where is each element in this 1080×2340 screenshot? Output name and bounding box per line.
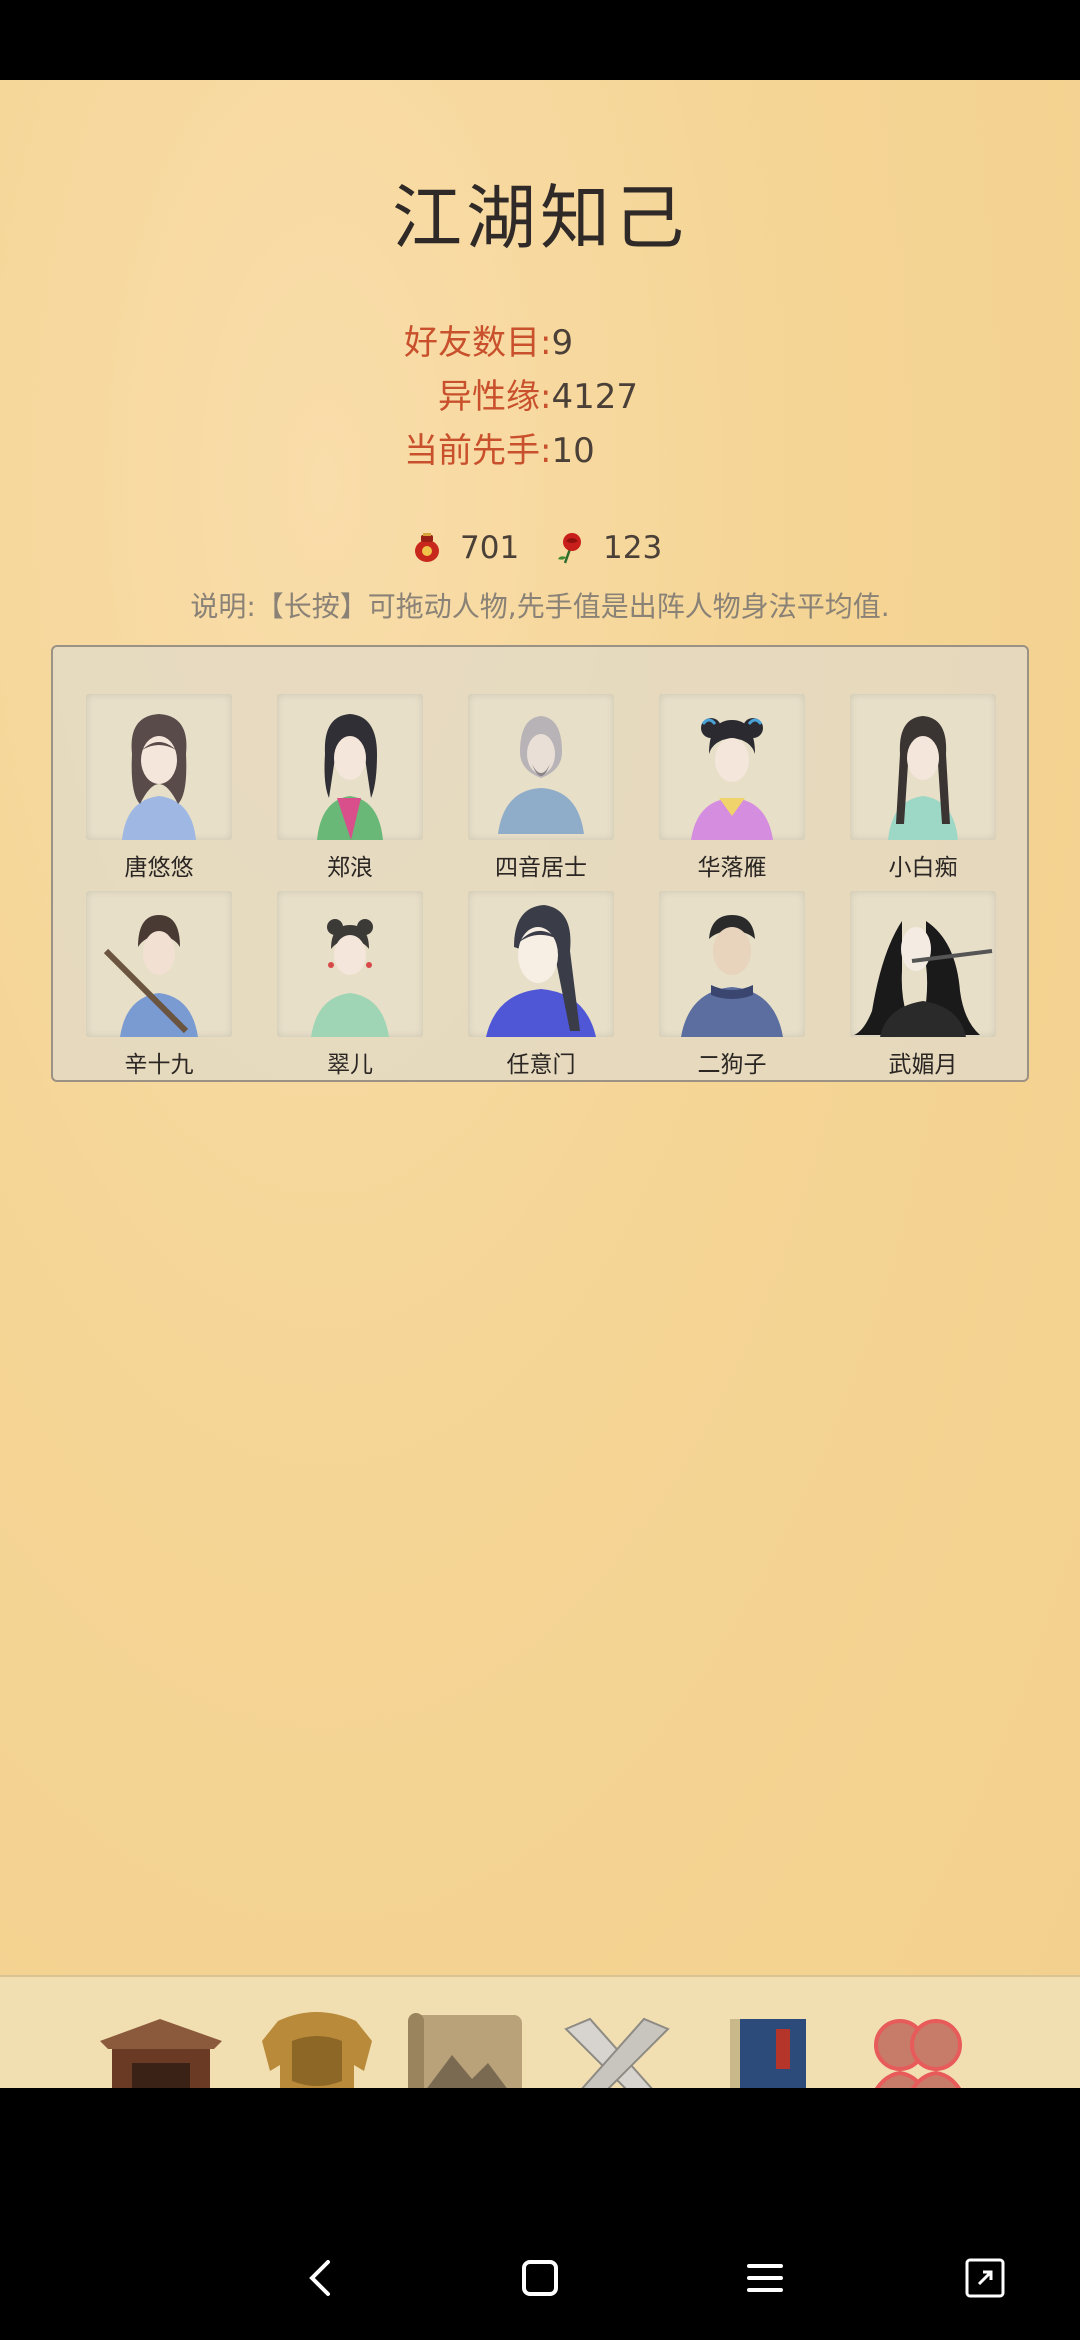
character-portrait[interactable] <box>659 694 805 840</box>
character-name: 翠儿 <box>327 1052 373 1078</box>
currency-rose: 123 <box>553 530 662 566</box>
character-portrait[interactable] <box>850 694 996 840</box>
character-portrait[interactable] <box>86 694 232 840</box>
character-card[interactable]: 华落雁 <box>659 694 809 882</box>
armor-icon <box>262 2012 372 2088</box>
character-name: 武媚月 <box>888 1052 958 1078</box>
currency-wine: 701 <box>410 530 519 566</box>
rose-icon <box>558 533 581 564</box>
currency-wine-value: 701 <box>460 530 520 566</box>
scroll-map-icon <box>408 2013 522 2088</box>
character-portrait[interactable] <box>468 694 614 840</box>
back-icon[interactable] <box>290 2248 350 2308</box>
character-card[interactable]: 四音居士 <box>468 694 618 882</box>
status-bar <box>0 0 1080 80</box>
stat-value: 4127 <box>551 377 638 417</box>
system-nav-bar <box>0 2088 1080 2340</box>
character-card[interactable]: 翠儿 <box>277 891 427 1079</box>
stat-romance: 异性缘:4127 <box>390 369 638 423</box>
character-portrait[interactable] <box>850 891 996 1037</box>
character-name: 郑浪 <box>327 855 373 881</box>
wine-jar-icon <box>415 533 439 562</box>
character-card[interactable]: 小白痴 <box>850 694 1000 882</box>
character-portrait[interactable] <box>277 694 423 840</box>
nav-partners[interactable]: 伙伴 <box>848 2005 986 2088</box>
crossed-swords-icon <box>564 2017 670 2088</box>
partners-icon <box>874 2019 962 2088</box>
character-portrait[interactable] <box>468 891 614 1037</box>
character-card[interactable]: 任意门 <box>468 891 618 1079</box>
character-name: 二狗子 <box>697 1052 767 1078</box>
character-portrait[interactable] <box>86 891 232 1037</box>
character-name: 唐悠悠 <box>124 855 194 881</box>
character-name: 小白痴 <box>888 855 958 881</box>
book-icon <box>730 2019 806 2088</box>
nav-challenge[interactable]: 闯关 <box>548 2005 686 2088</box>
fullscreen-icon[interactable] <box>955 2248 1015 2308</box>
character-card[interactable]: 二狗子 <box>659 891 809 1079</box>
bottom-nav: 首页 装备 江湖 闯关 <box>0 1975 1080 2088</box>
hint-text: 说明:【长按】可拖动人物,先手值是出阵人物身法平均值. <box>190 590 890 623</box>
home-icon[interactable] <box>510 2248 570 2308</box>
nav-jianghu[interactable]: 江湖 <box>398 2005 536 2088</box>
character-name: 四音居士 <box>495 855 587 881</box>
nav-martial-arts[interactable]: 武功 <box>698 2005 836 2088</box>
stat-value: 9 <box>551 323 574 363</box>
house-icon <box>100 2019 222 2088</box>
stat-friend-count: 好友数目:9 <box>390 315 573 369</box>
page-title: 江湖知己 <box>392 177 688 259</box>
partner-grid: 唐悠悠 郑浪 四音居士 华落雁 小白痴 辛十九 翠儿 任意门 二狗子 武媚月 <box>51 645 1029 1082</box>
stat-label: 异性缘 <box>438 377 540 417</box>
character-card[interactable]: 唐悠悠 <box>86 694 236 882</box>
character-portrait[interactable] <box>277 891 423 1037</box>
character-name: 任意门 <box>506 1052 576 1078</box>
app-screen: 江湖知己 好友数目:9 异性缘:4127 当前先手:10 701 123 说明:… <box>0 80 1080 2088</box>
stat-initiative: 当前先手:10 <box>390 423 595 477</box>
character-portrait[interactable] <box>659 891 805 1037</box>
currency-rose-value: 123 <box>603 530 663 566</box>
stat-label: 好友数目 <box>404 323 540 363</box>
character-card[interactable]: 郑浪 <box>277 694 427 882</box>
currency-bar: 701 123 <box>0 530 1080 580</box>
stat-value: 10 <box>551 431 595 471</box>
menu-icon[interactable] <box>735 2248 795 2308</box>
stat-label: 当前先手 <box>404 431 540 471</box>
character-name: 华落雁 <box>697 855 767 881</box>
character-card[interactable]: 武媚月 <box>850 891 1000 1079</box>
character-name: 辛十九 <box>124 1052 194 1078</box>
character-card[interactable]: 辛十九 <box>86 891 236 1079</box>
nav-equipment[interactable]: 装备 <box>248 2005 386 2088</box>
nav-home[interactable]: 首页 <box>92 2005 230 2088</box>
